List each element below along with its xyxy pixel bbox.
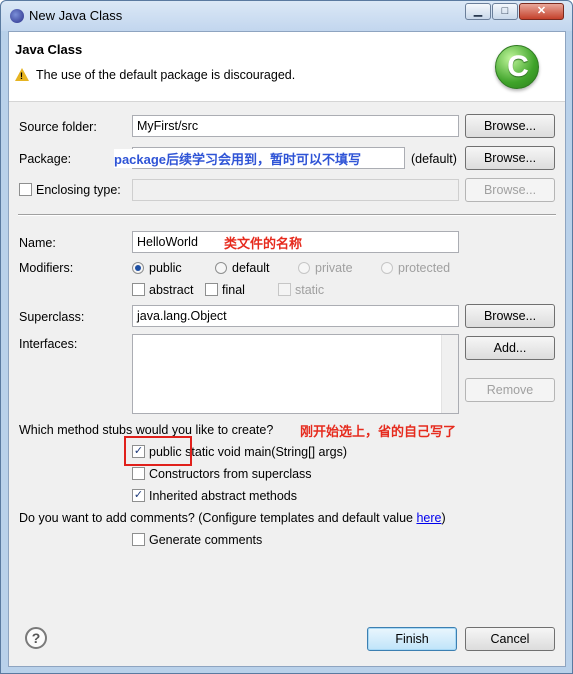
cancel-button[interactable]: Cancel xyxy=(465,627,555,651)
comments-question-suffix: ) xyxy=(441,511,446,525)
banner-message: The use of the default package is discou… xyxy=(36,68,296,82)
inherited-methods-checkbox[interactable]: ✓ xyxy=(132,489,145,502)
close-button[interactable]: ✕ xyxy=(519,3,564,20)
window-title: New Java Class xyxy=(29,8,123,23)
banner-title: Java Class xyxy=(15,42,83,57)
highlight-box xyxy=(124,436,192,466)
name-annotation: 类文件的名称 xyxy=(224,236,303,251)
constructors-checkbox[interactable] xyxy=(132,467,145,480)
logo-letter: C xyxy=(507,50,529,83)
modifier-static-checkbox xyxy=(278,283,291,296)
superclass-input[interactable]: java.lang.Object xyxy=(132,305,459,327)
minimize-button[interactable]: ▁ xyxy=(465,3,491,20)
package-default-text: (default) xyxy=(411,152,457,166)
maximize-button[interactable]: □ xyxy=(492,3,518,20)
generate-comments-checkbox[interactable] xyxy=(132,533,145,546)
modifier-final-checkbox[interactable] xyxy=(205,283,218,296)
warning-icon-mark: ! xyxy=(20,71,23,81)
source-folder-browse-button[interactable]: Browse... xyxy=(465,114,555,138)
generate-comments-label: Generate comments xyxy=(149,533,263,547)
title-bar[interactable]: New Java Class ▁ □ ✕ xyxy=(1,1,572,31)
source-folder-label: Source folder: xyxy=(19,120,97,134)
modifiers-label: Modifiers: xyxy=(19,261,74,275)
comments-question-prefix: Do you want to add comments? (Configure … xyxy=(19,511,417,525)
package-annotation: package后续学习会用到，暂时可以不填写 xyxy=(114,149,362,168)
constructors-label: Constructors from superclass xyxy=(149,467,312,481)
enclosing-type-label: Enclosing type: xyxy=(36,183,121,197)
finish-button[interactable]: Finish xyxy=(367,627,457,651)
dialog-client: Java Class ! The use of the default pack… xyxy=(8,31,566,667)
method-stubs-annotation: 刚开始选上，省的自己写了 xyxy=(300,424,457,439)
separator-1 xyxy=(18,214,556,216)
inherited-methods-label: Inherited abstract methods xyxy=(149,489,297,503)
modifier-default-radio[interactable] xyxy=(215,262,227,274)
header-banner: Java Class ! The use of the default pack… xyxy=(9,32,565,102)
superclass-browse-button[interactable]: Browse... xyxy=(465,304,555,328)
remove-interface-button: Remove xyxy=(465,378,555,402)
configure-templates-link[interactable]: here xyxy=(416,511,441,525)
interfaces-list[interactable] xyxy=(132,334,459,414)
dialog-window: New Java Class ▁ □ ✕ Java Class ! The us… xyxy=(0,0,573,674)
modifier-static-label: static xyxy=(295,283,325,297)
modifier-public-radio[interactable] xyxy=(132,262,144,274)
modifier-protected-label: protected xyxy=(398,261,451,275)
name-label: Name: xyxy=(19,236,56,250)
enclosing-type-checkbox[interactable] xyxy=(19,183,32,196)
method-stubs-question: Which method stubs would you like to cre… xyxy=(19,423,274,437)
comments-question: Do you want to add comments? (Configure … xyxy=(19,511,446,525)
name-value: HelloWorld xyxy=(137,235,198,249)
modifier-private-radio xyxy=(298,262,310,274)
superclass-label: Superclass: xyxy=(19,310,85,324)
modifier-public-label: public xyxy=(149,261,182,275)
package-label: Package: xyxy=(19,152,72,166)
help-icon[interactable]: ? xyxy=(25,627,47,649)
add-interface-button[interactable]: Add... xyxy=(465,336,555,360)
main-method-rest-text: static void main(String[] args) xyxy=(185,445,348,459)
eclipse-icon xyxy=(10,9,24,23)
modifier-default-label: default xyxy=(232,261,270,275)
modifier-protected-radio xyxy=(381,262,393,274)
package-browse-button[interactable]: Browse... xyxy=(465,146,555,170)
java-class-logo-icon: C xyxy=(495,45,539,89)
modifier-abstract-label: abstract xyxy=(149,283,194,297)
source-folder-input[interactable]: MyFirst/src xyxy=(132,115,459,137)
enclosing-type-input xyxy=(132,179,459,201)
modifier-private-label: private xyxy=(315,261,353,275)
interfaces-scrollbar[interactable] xyxy=(441,335,458,413)
modifier-final-label: final xyxy=(222,283,245,297)
enclosing-browse-button: Browse... xyxy=(465,178,555,202)
modifier-abstract-checkbox[interactable] xyxy=(132,283,145,296)
interfaces-label: Interfaces: xyxy=(19,337,78,351)
